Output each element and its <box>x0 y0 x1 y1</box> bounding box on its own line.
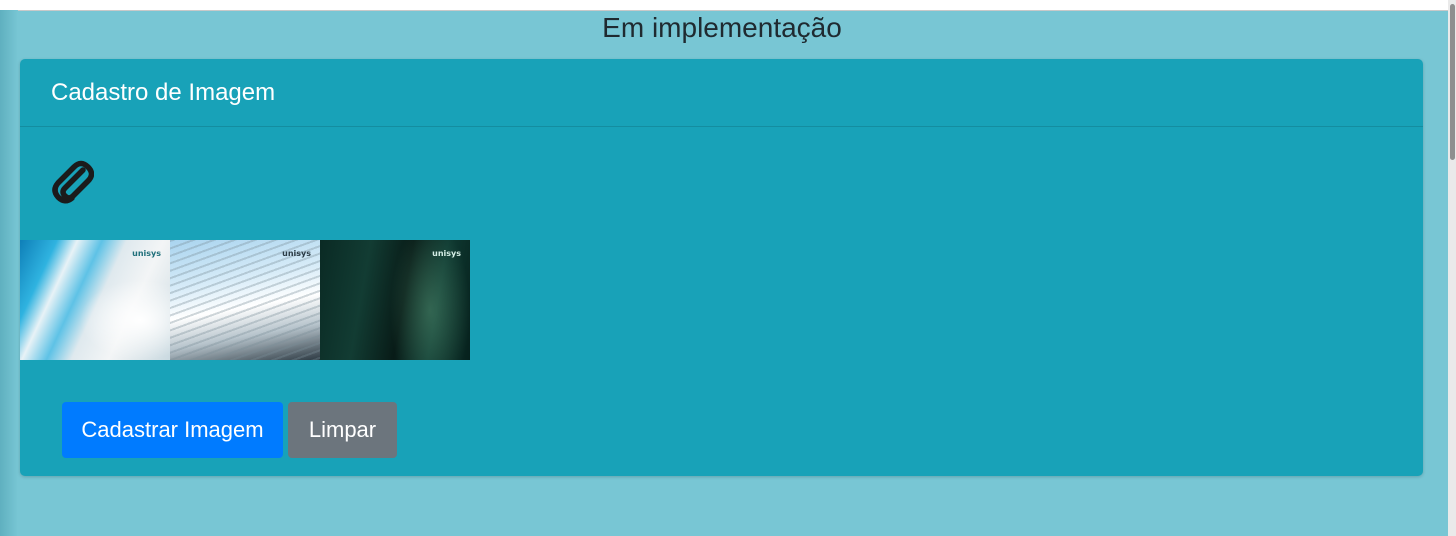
card-title: Cadastro de Imagem <box>51 78 276 106</box>
browser-top-edge <box>0 0 1448 11</box>
scrollbar-thumb[interactable] <box>1450 4 1455 160</box>
card-header: Cadastro de Imagem <box>20 59 1423 127</box>
image-thumbnail[interactable]: unisys <box>170 240 320 360</box>
image-register-card: Cadastro de Imagem unisys unisys unisys … <box>20 59 1423 476</box>
paperclip-icon[interactable] <box>50 157 95 205</box>
left-edge-shade <box>0 10 18 536</box>
unisys-logo: unisys <box>132 249 161 258</box>
image-thumbnail-list: unisys unisys unisys <box>20 240 470 360</box>
page-scrollbar[interactable] <box>1448 0 1456 536</box>
clear-button[interactable]: Limpar <box>288 402 397 458</box>
unisys-logo: unisys <box>432 249 461 258</box>
unisys-logo: unisys <box>282 249 311 258</box>
register-image-button[interactable]: Cadastrar Imagem <box>62 402 283 458</box>
page-title: Em implementação <box>602 12 842 43</box>
image-thumbnail[interactable]: unisys <box>20 240 170 360</box>
image-thumbnail[interactable]: unisys <box>320 240 470 360</box>
